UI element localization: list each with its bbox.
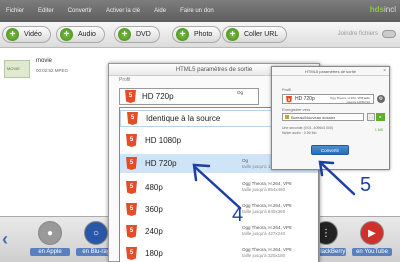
option-desc: Ogg Theora, H.264, VP8 taille jusqu'à 42…: [242, 225, 292, 236]
plus-icon: +: [118, 28, 131, 41]
file-meta: 00:02:52 MPEG: [36, 68, 69, 73]
plus-icon: +: [176, 28, 189, 41]
add-photo-button[interactable]: + Photo: [172, 26, 222, 43]
browse-button[interactable]: …: [367, 113, 375, 121]
html5-icon: 5: [126, 247, 137, 260]
option-desc: Ogg Theora, H.264, VP8 taille jusqu'à 64…: [242, 203, 292, 214]
menu-bar: Fichier Editer Convertir Activer la clé …: [0, 0, 400, 22]
option-label: 240p: [145, 227, 163, 236]
folder-icon: [285, 115, 289, 119]
format-youtube-label: en YouTube: [352, 248, 392, 256]
mini-dialog-title: HTML5 paramètres de sortie: [272, 67, 389, 76]
youtube-icon: ▶: [360, 221, 384, 245]
option-label: Identique à la source: [146, 114, 221, 123]
annotation-number-5: 5: [360, 174, 372, 196]
profile-label: Profil: [119, 77, 131, 83]
option-label: 180p: [145, 249, 163, 258]
html5-icon: 5: [126, 181, 137, 194]
mini-info: Une seconde (0:01, 4096x3 000) fichier a…: [282, 126, 333, 135]
menu-help[interactable]: Aide: [154, 8, 166, 14]
menu-convert[interactable]: Convertir: [68, 8, 92, 14]
menu-donate[interactable]: Faire un don: [180, 8, 214, 14]
plus-icon: +: [226, 28, 239, 41]
thumbnail-tag: MOVIE: [7, 66, 20, 71]
mini-profile-side: Ogg Theora, H.264, VP8 taille jusqu'à 12…: [330, 96, 370, 104]
option-label: HD 720p: [145, 159, 177, 168]
profile-select-side: Og: [237, 90, 244, 95]
profile-select-value: HD 720p: [142, 92, 174, 101]
html5-icon: 5: [125, 90, 136, 103]
option-180p[interactable]: 5 180p Ogg Theora, H.264, VP8 taille jus…: [120, 244, 318, 262]
toolbar: + Vidéo + Audio + DVD + Photo + Coller U…: [0, 22, 400, 48]
join-files-toggle[interactable]: [382, 30, 396, 38]
option-480p[interactable]: 5 480p Ogg Theora, H.264, VP8 taille jus…: [120, 178, 318, 197]
add-dvd-button[interactable]: + DVD: [114, 26, 160, 43]
mini-dest-field[interactable]: Bureau\Nouveau dossier: [282, 113, 364, 121]
mini-profile-value: HD 720p: [295, 96, 315, 102]
menu-file[interactable]: Fichier: [6, 8, 24, 14]
apple-icon: ●: [38, 221, 62, 245]
open-folder-button[interactable]: ▸: [376, 113, 385, 121]
add-audio-label: Audio: [78, 31, 96, 38]
gear-icon[interactable]: ⚙: [377, 95, 385, 103]
format-youtube[interactable]: ▶ en YouTube: [352, 221, 392, 256]
html5-icon: 5: [126, 225, 137, 238]
plus-icon: +: [6, 28, 19, 41]
option-240p[interactable]: 5 240p Ogg Theora, H.264, VP8 taille jus…: [120, 222, 318, 241]
add-dvd-label: DVD: [136, 31, 151, 38]
add-photo-label: Photo: [194, 31, 213, 38]
option-desc: Ogg Theora, H.264, VP8 taille jusqu'à 32…: [242, 247, 292, 258]
menu-edit[interactable]: Editer: [38, 8, 54, 14]
add-video-button[interactable]: + Vidéo: [2, 26, 51, 43]
html5-icon: 5: [126, 134, 137, 147]
add-audio-button[interactable]: + Audio: [56, 26, 105, 43]
mini-profile-label: Profil: [282, 87, 292, 92]
file-thumbnail[interactable]: MOVIE: [4, 60, 30, 78]
mini-settings-dialog: HTML5 paramètres de sortie × Profil 5 HD…: [271, 66, 390, 170]
close-icon[interactable]: ×: [383, 68, 386, 74]
plus-icon: +: [60, 28, 73, 41]
add-video-label: Vidéo: [24, 31, 42, 38]
scroll-left-arrow-icon[interactable]: ‹: [2, 229, 8, 250]
option-label: 360p: [145, 205, 163, 214]
html5-icon: 5: [126, 203, 137, 216]
option-desc: Ogg Theora, H.264, VP8 taille jusqu'à 85…: [242, 181, 292, 192]
paste-url-button[interactable]: + Coller URL: [222, 26, 288, 43]
mini-profile-select[interactable]: 5 HD 720p Ogg Theora, H.264, VP8 taille …: [282, 94, 374, 104]
app-logo: hdsincl: [369, 5, 396, 14]
mini-size: 1 MB: [374, 128, 383, 132]
html5-icon: 5: [126, 157, 137, 170]
annotation-number-4: 4: [232, 204, 244, 226]
paste-url-label: Coller URL: [244, 31, 279, 38]
html5-icon: 5: [127, 112, 138, 125]
format-apple[interactable]: ● en Apple: [30, 221, 70, 256]
format-apple-label: en Apple: [30, 248, 70, 256]
menu-activate-key[interactable]: Activer la clé: [106, 8, 140, 14]
html5-icon: 5: [286, 95, 292, 103]
mini-dest-label: Enregistrer vers: [282, 107, 311, 112]
option-label: HD 1080p: [145, 136, 182, 145]
join-files-label: Joindre fichiers: [337, 31, 378, 37]
bluray-icon: ○: [84, 221, 108, 245]
option-label: 480p: [145, 183, 163, 192]
convert-button[interactable]: Convertir: [311, 145, 349, 155]
file-name: movie: [36, 58, 53, 64]
option-360p[interactable]: 5 360p Ogg Theora, H.264, VP8 taille jus…: [120, 200, 318, 219]
